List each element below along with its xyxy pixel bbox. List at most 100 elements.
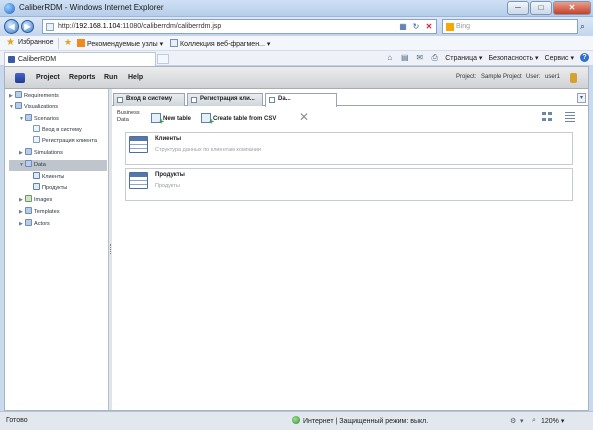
compat-view-icon[interactable]: ▦ (398, 21, 408, 32)
tree-item-templates[interactable]: ▶ Templates (19, 207, 60, 218)
favorites-bar: ★ Избранное ★ Рекомендуемые узлы ▾ Колле… (0, 36, 593, 51)
document-tabs: Вход в систему Регистрация кли... Da... … (112, 92, 588, 107)
scenario-icon (33, 125, 40, 132)
feeds-icon[interactable]: ▤ (400, 53, 409, 62)
close-button[interactable]: ✕ (553, 1, 591, 15)
menu-reports[interactable]: Reports (69, 74, 95, 81)
list-view-icon[interactable] (565, 112, 576, 122)
tabs-dropdown-button[interactable]: ▾ (577, 93, 586, 103)
command-buttons: ⌂ ▤ ✉ ⎙ Страница ▾ Безопасность ▾ Сервис… (385, 53, 589, 62)
web-slice-icon (170, 39, 178, 47)
tree-item-requirements[interactable]: ▶ Requirements (9, 91, 59, 102)
tree-item-visualizations[interactable]: ▼ Visualizations (9, 102, 58, 113)
table-icon (33, 172, 40, 179)
status-text: Готово (6, 417, 28, 424)
safety-menu[interactable]: Безопасность ▾ (488, 54, 538, 62)
data-toolbar: BusinessData New table Create table from… (112, 107, 588, 131)
folder-icon (15, 102, 22, 109)
scenario-tab-icon (191, 97, 197, 103)
help-icon[interactable]: ? (580, 53, 589, 62)
caliber-tab-icon (8, 56, 15, 63)
address-bar-row: ◀ ▶ http://192.168.1.104:11080/caliberrd… (0, 17, 593, 36)
search-input[interactable]: Bing (442, 19, 578, 34)
new-table-icon (151, 113, 164, 126)
tree-item-data[interactable]: ▼ Data (9, 160, 107, 171)
refresh-icon[interactable]: ↻ (411, 21, 421, 32)
folder-icon (15, 91, 22, 98)
data-table-card[interactable]: Продукты Продукты (125, 168, 573, 201)
table-icon (33, 183, 40, 190)
scenario-tab-icon (117, 97, 123, 103)
tree-item-simulations[interactable]: ▶ Simulations (19, 148, 63, 159)
table-icon (129, 172, 148, 189)
delete-icon[interactable]: ✕ (299, 111, 309, 123)
tree-item-table-clients[interactable]: Клиенты (33, 172, 64, 183)
print-icon[interactable]: ⎙ (430, 53, 439, 62)
project-label: Project: (456, 74, 477, 80)
tab-login-scenario[interactable]: Вход в систему (113, 93, 185, 106)
menu-run[interactable]: Run (104, 74, 118, 81)
web-slice-gallery-link[interactable]: Коллекция веб-фрагмен... ▾ (170, 39, 270, 48)
tree-item-table-products[interactable]: Продукты (33, 183, 67, 194)
table-description: Структура данных по клиентам компании (155, 147, 261, 153)
dropdown-arrow-icon[interactable]: ▾ (520, 417, 524, 425)
status-bar: Готово Интернет | Защищенный режим: выкл… (0, 411, 593, 430)
tree-item-actors[interactable]: ▶ Actors (19, 219, 50, 230)
suggested-sites-link[interactable]: Рекомендуемые узлы ▾ (77, 39, 163, 48)
tree-item-scenario-registration[interactable]: Регистрация клиента (33, 136, 97, 147)
page-icon (46, 23, 54, 31)
zoom-icon[interactable]: ⌕ (532, 417, 536, 425)
home-icon[interactable]: ⌂ (385, 53, 394, 62)
caliber-logo-icon (15, 73, 25, 83)
browser-tab[interactable]: CaliberRDM (4, 52, 156, 66)
maximize-button[interactable]: □ (530, 1, 552, 15)
new-table-button[interactable]: New table (151, 113, 191, 126)
favorites-button[interactable]: Избранное (18, 39, 53, 46)
table-name: Клиенты (155, 136, 182, 142)
search-icon[interactable]: ⌕ (580, 21, 585, 32)
menu-help[interactable]: Help (128, 74, 143, 81)
user-label: User: (526, 74, 541, 80)
protected-mode-icon[interactable]: ⚙ (510, 417, 516, 425)
tools-menu[interactable]: Сервис ▾ (545, 54, 574, 62)
window-controls: ─ □ ✕ (507, 1, 591, 15)
forward-button[interactable]: ▶ (21, 20, 34, 33)
app-menu-bar: Project Reports Run Help Project: Sample… (5, 67, 588, 89)
folder-icon (25, 219, 32, 226)
tab-registration-scenario[interactable]: Регистрация кли... (187, 93, 263, 106)
browser-tab-title: CaliberRDM (18, 56, 57, 63)
back-button[interactable]: ◀ (4, 19, 19, 34)
add-favorite-icon[interactable]: ★ (64, 37, 72, 48)
images-icon (25, 195, 32, 202)
minimize-button[interactable]: ─ (507, 1, 529, 15)
project-tree: ▶ Requirements ▼ Visualizations ▼ Scenarios… (5, 89, 109, 410)
search-placeholder: Bing (456, 23, 471, 30)
security-zone[interactable]: Интернет | Защищенный режим: выкл. (292, 416, 428, 425)
data-table-card[interactable]: Клиенты Структура данных по клиентам ком… (125, 132, 573, 165)
zoom-level[interactable]: 120% ▾ (541, 417, 564, 425)
grid-view-icon[interactable] (542, 112, 553, 122)
window-titlebar: CaliberRDM - Windows Internet Explorer ─… (0, 0, 593, 17)
stop-icon[interactable]: ✕ (424, 21, 434, 32)
scenario-icon (33, 136, 40, 143)
new-tab-button[interactable] (157, 54, 169, 64)
mail-icon[interactable]: ✉ (415, 53, 424, 62)
address-input[interactable]: http://192.168.1.104:11080/caliberrdm/ca… (42, 19, 437, 34)
folder-icon (25, 160, 32, 167)
tree-item-images[interactable]: ▶ Images (19, 195, 52, 206)
tab-data[interactable]: Da... (265, 93, 337, 107)
favorites-star-icon[interactable]: ★ (6, 37, 15, 48)
project-name: Sample Project (481, 74, 522, 80)
suggested-sites-icon (77, 39, 85, 47)
main-panel: Вход в систему Регистрация кли... Da... … (112, 89, 588, 410)
csv-import-icon (201, 113, 214, 126)
page-menu[interactable]: Страница ▾ (445, 54, 482, 62)
table-description: Продукты (155, 183, 180, 189)
tree-item-scenarios[interactable]: ▼ Scenarios (19, 114, 59, 125)
separator (58, 38, 59, 49)
menu-project[interactable]: Project (36, 74, 60, 81)
tree-item-scenario-login[interactable]: Вход в систему (33, 125, 82, 136)
create-table-from-csv-button[interactable]: Create table from CSV (201, 113, 276, 126)
user-icon[interactable] (570, 73, 577, 83)
data-tab-icon (269, 97, 275, 103)
